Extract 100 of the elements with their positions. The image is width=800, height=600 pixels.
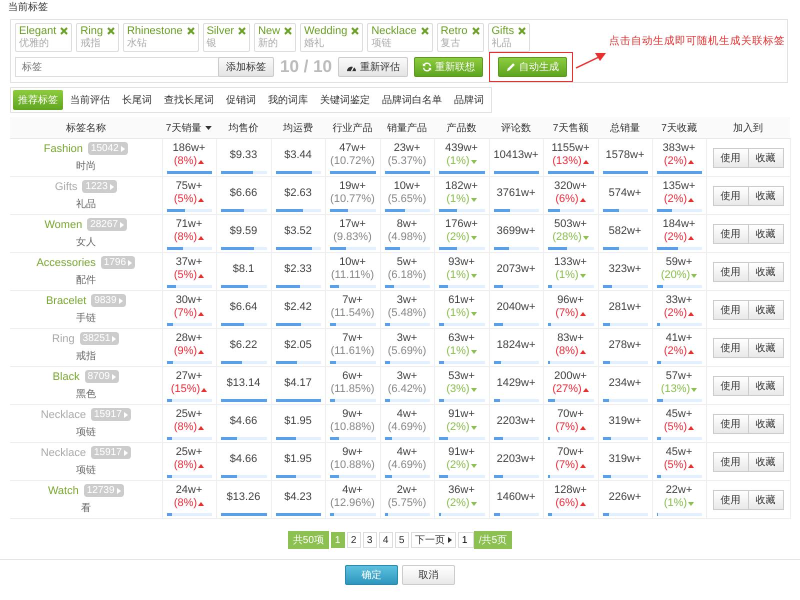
- cell-value: 503w+: [554, 218, 587, 231]
- cell-value: 30w+: [176, 294, 202, 307]
- share-text: (5.48%): [388, 307, 426, 320]
- column-header: 均运费: [283, 122, 313, 134]
- column-header: 标签名称: [66, 122, 106, 134]
- up-triangle-icon: [582, 388, 589, 392]
- page-button[interactable]: 2: [346, 532, 361, 548]
- cell-value: 320w+: [554, 180, 587, 193]
- cell-value: 17w+: [339, 218, 366, 231]
- change-text: (2%): [446, 497, 477, 510]
- change-text: (1%): [446, 307, 477, 320]
- tag-translation: 新的: [258, 38, 278, 49]
- page-button[interactable]: 4: [378, 532, 393, 548]
- row-action-button[interactable]: 使用: [712, 262, 748, 282]
- row-action-button[interactable]: 使用: [712, 300, 748, 320]
- cell-value: 439w+: [445, 142, 478, 155]
- cell-value: 3699w+: [496, 224, 536, 238]
- tag-translation: 手链: [74, 312, 97, 325]
- close-icon[interactable]: [106, 27, 115, 35]
- column-header: 7天收藏: [661, 122, 697, 134]
- row-action-button[interactable]: 收藏: [748, 262, 784, 282]
- next-page-button[interactable]: 下一页: [410, 532, 456, 548]
- tag-translation: 项链: [371, 38, 392, 49]
- tag-translation: 黑色: [74, 388, 97, 401]
- cell-value: 71w+: [176, 218, 202, 231]
- row-action-button[interactable]: 使用: [712, 224, 748, 244]
- cell-value: 182w+: [445, 180, 478, 193]
- row-action-button[interactable]: 收藏: [748, 224, 784, 244]
- reevaluate-button[interactable]: 重新评估: [338, 57, 408, 77]
- tag-label: Elegant: [19, 25, 56, 37]
- column-header: 加入到: [733, 122, 763, 134]
- change-text: (13%): [552, 155, 589, 168]
- change-text: (5%): [664, 421, 694, 434]
- change-text: (2%): [664, 231, 694, 244]
- row-action-button[interactable]: 使用: [712, 414, 748, 434]
- cell-value: 37w+: [176, 256, 202, 269]
- row-action-button[interactable]: 收藏: [748, 338, 784, 358]
- close-icon[interactable]: [284, 27, 292, 35]
- row-action-button[interactable]: 使用: [712, 376, 748, 396]
- cell-value: 53w+: [448, 370, 475, 383]
- cell-value: 7w+: [342, 294, 363, 307]
- row-action-button[interactable]: 使用: [712, 490, 748, 510]
- close-icon[interactable]: [238, 27, 246, 35]
- cell-value: 2040w+: [496, 300, 536, 314]
- share-text: (5.37%): [388, 155, 426, 168]
- section-heading: 当前标签: [7, 0, 49, 15]
- cell-value: $6.66: [230, 186, 258, 200]
- share-text: (5.75%): [388, 497, 426, 510]
- cell-value: 83w+: [557, 332, 584, 345]
- sort-caret-icon[interactable]: [205, 126, 212, 130]
- tag-translation: 礼品: [74, 198, 97, 211]
- column-header: 行业产品: [332, 122, 372, 134]
- tag-input-field[interactable]: 标签: [15, 57, 219, 77]
- row-action-button[interactable]: 收藏: [748, 490, 784, 510]
- close-icon[interactable]: [518, 27, 526, 35]
- row-action-button[interactable]: 收藏: [748, 186, 784, 206]
- close-icon[interactable]: [60, 27, 68, 35]
- add-tag-button[interactable]: 添加标签: [218, 57, 274, 77]
- row-action-button[interactable]: 收藏: [748, 300, 784, 320]
- page-input-field[interactable]: 1: [458, 532, 474, 548]
- tag-translation: 礼品: [492, 38, 512, 49]
- cancel-button[interactable]: 取消: [402, 565, 455, 585]
- change-text: (15%): [170, 383, 208, 396]
- row-action-button[interactable]: 收藏: [748, 376, 784, 396]
- cell-value: 3w+: [396, 332, 418, 345]
- cell-value: 1824w+: [496, 338, 536, 352]
- row-action-button[interactable]: 收藏: [748, 414, 784, 434]
- close-icon[interactable]: [351, 27, 360, 35]
- change-text: (2%): [446, 459, 477, 472]
- share-text: (5.65%): [388, 193, 426, 206]
- cell-value: 6w+: [342, 370, 363, 383]
- up-triangle-icon: [580, 198, 586, 202]
- close-icon[interactable]: [472, 27, 480, 35]
- tag-label: Ring: [80, 25, 103, 37]
- cell-value: 319w+: [608, 452, 642, 466]
- tag-label: New: [258, 25, 280, 37]
- row-action-button[interactable]: 收藏: [748, 452, 784, 472]
- row-action-button[interactable]: 使用: [712, 452, 748, 472]
- cell-value: $6.64: [230, 300, 258, 314]
- row-action-button[interactable]: 使用: [712, 338, 748, 358]
- page-button[interactable]: 3: [362, 532, 377, 548]
- tag-translation: 配件: [74, 274, 97, 287]
- row-action-button[interactable]: 收藏: [748, 148, 784, 168]
- cell-value: $3.44: [284, 148, 312, 162]
- share-text: (5.69%): [388, 345, 426, 358]
- cell-value: 93w+: [448, 256, 475, 269]
- change-text: (5%): [174, 269, 204, 282]
- cell-value: 25w+: [176, 408, 202, 421]
- close-icon[interactable]: [420, 27, 429, 35]
- page-button[interactable]: 5: [394, 532, 409, 548]
- cell-value: 2w+: [396, 484, 418, 497]
- caret-icon: [116, 488, 121, 494]
- cell-value: 128w+: [554, 484, 587, 497]
- row-action-button[interactable]: 使用: [712, 148, 748, 168]
- refresh-icon: [422, 62, 432, 72]
- cell-value: 10w+: [339, 256, 366, 269]
- cell-value: 45w+: [666, 446, 692, 459]
- close-icon[interactable]: [186, 27, 195, 35]
- row-action-button[interactable]: 使用: [712, 186, 748, 206]
- annotation-text: 点击自动生成即可随机生成关联标签: [609, 34, 785, 48]
